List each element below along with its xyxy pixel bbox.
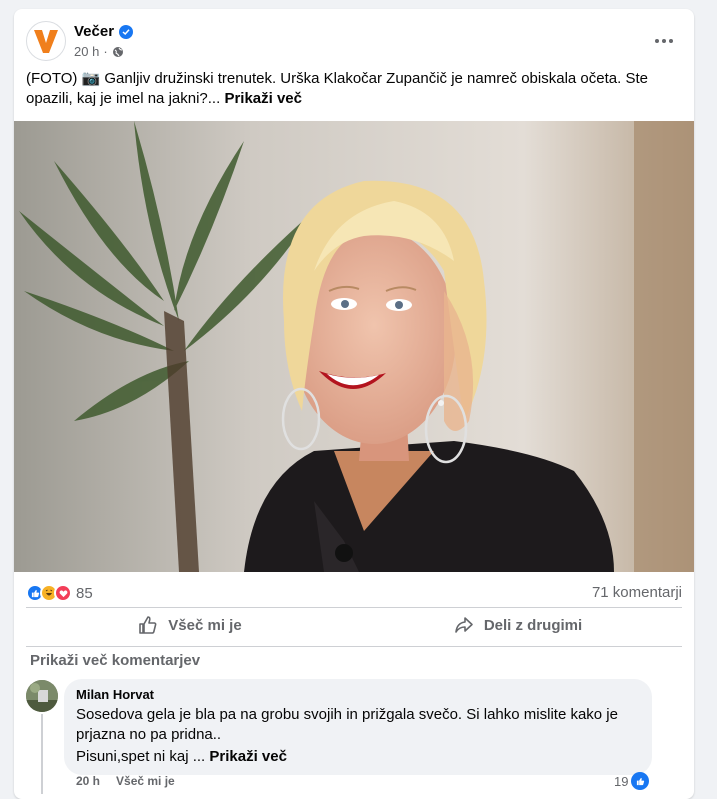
show-more-comments-link[interactable]: Prikaži več komentarjev [30,652,200,669]
post-body: (FOTO) 📷 Ganljiv družinski trenutek. Urš… [26,70,648,107]
comment-bubble: Milan Horvat Sosedova gela je bla pa na … [64,679,652,775]
comment-time[interactable]: 20 h [76,774,100,788]
post-actions: Všeč mi je Deli z drugimi [26,608,682,642]
vecer-logo-icon [34,30,58,53]
post-header: Večer 20 h · [26,21,682,63]
like-button-label: Všeč mi je [168,616,242,634]
comment-meta: 20 h Všeč mi je [76,774,175,788]
more-options-button[interactable] [646,23,682,59]
photo-image [14,121,694,572]
post-photo[interactable] [14,121,694,572]
comment-like-button[interactable]: Všeč mi je [116,774,175,788]
comment-count[interactable]: 71 komentarji [592,584,682,601]
globe-icon [112,46,123,57]
avatar-image [26,680,58,712]
comment-text: Sosedova gela je bla pa na grobu svojih … [76,706,618,743]
share-icon [455,617,473,633]
comment-thread-line [41,714,43,794]
verified-badge-icon [119,24,134,39]
post-time[interactable]: 20 h [74,44,99,59]
page-avatar[interactable] [26,21,66,61]
comment-see-more-link[interactable]: Prikaži več [209,748,287,765]
like-button[interactable]: Všeč mi je [26,608,354,642]
divider [26,646,682,647]
post-card: Večer 20 h · (FOTO) 📷 Ganljiv družinski … [14,9,694,799]
page-name[interactable]: Večer [74,23,134,40]
comment-like-count[interactable]: 19 [614,772,650,790]
post-meta: 20 h · [74,44,124,59]
comment-like-count-value: 19 [614,773,629,789]
reaction-count: 85 [76,584,93,602]
like-icon [631,772,650,790]
see-more-link[interactable]: Prikaži več [224,90,302,107]
comment-text-line: Pisuni,spet ni kaj ... [76,748,206,765]
comment-text-continued: Pisuni,spet ni kaj ... Prikaži več [76,747,640,767]
share-button[interactable]: Deli z drugimi [354,608,682,642]
reactions-summary[interactable]: 85 [26,582,93,604]
page-name-label[interactable]: Večer [74,23,114,40]
thumbs-up-icon [139,616,157,634]
post-text: (FOTO) 📷 Ganljiv družinski trenutek. Urš… [26,69,682,109]
comment-author[interactable]: Milan Horvat [76,687,640,703]
more-dots-icon [655,39,659,43]
comment-avatar[interactable] [26,680,58,712]
share-button-label: Deli z drugimi [483,616,583,634]
love-icon [54,584,72,602]
